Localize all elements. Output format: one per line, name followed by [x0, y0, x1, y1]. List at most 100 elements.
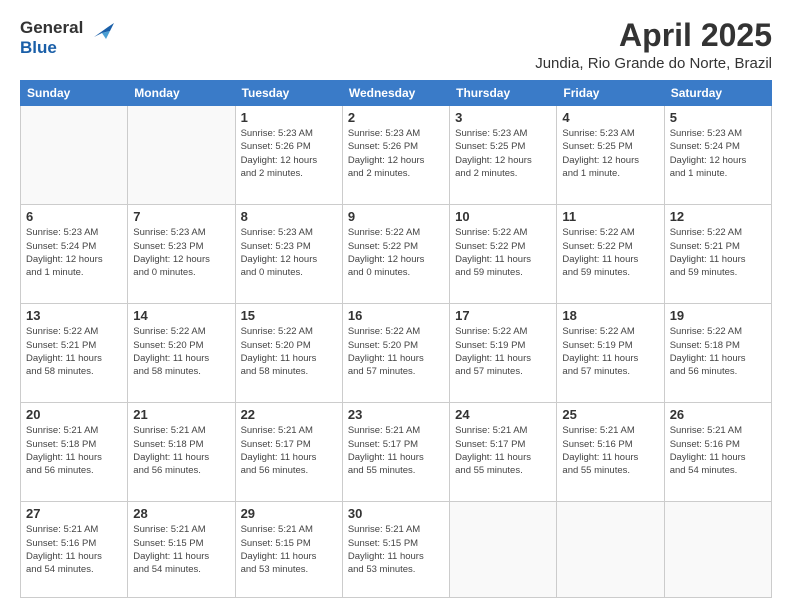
page: General Blue April 2025 Jundia, Rio Gran… — [0, 0, 792, 612]
table-row: 6 Sunrise: 5:23 AM Sunset: 5:24 PM Daylig… — [21, 205, 128, 304]
day-detail: Sunrise: 5:21 AM Sunset: 5:15 PM Dayligh… — [348, 523, 444, 576]
day-detail: Sunrise: 5:21 AM Sunset: 5:17 PM Dayligh… — [348, 424, 444, 477]
day-number: 12 — [670, 209, 766, 224]
table-row: 28 Sunrise: 5:21 AM Sunset: 5:15 PM Dayli… — [128, 502, 235, 598]
calendar-table: Sunday Monday Tuesday Wednesday Thursday… — [20, 80, 772, 598]
day-detail: Sunrise: 5:21 AM Sunset: 5:16 PM Dayligh… — [670, 424, 766, 477]
day-number: 19 — [670, 308, 766, 323]
table-row: 21Sunrise: 5:21 AM Sunset: 5:18 PM Dayli… — [128, 403, 235, 502]
day-number: 2 — [348, 110, 444, 125]
day-number: 18 — [562, 308, 658, 323]
day-detail: Sunrise: 5:23 AM Sunset: 5:24 PM Dayligh… — [26, 226, 122, 279]
day-detail: Sunrise: 5:22 AM Sunset: 5:20 PM Dayligh… — [348, 325, 444, 378]
table-row: 5 Sunrise: 5:23 AM Sunset: 5:24 PM Daylig… — [664, 106, 771, 205]
day-number: 9 — [348, 209, 444, 224]
table-row: 1Sunrise: 5:23 AM Sunset: 5:26 PM Daylig… — [235, 106, 342, 205]
day-number: 22 — [241, 407, 337, 422]
day-number: 13 — [26, 308, 122, 323]
table-row: 17 Sunrise: 5:22 AM Sunset: 5:19 PM Dayli… — [450, 304, 557, 403]
header: General Blue April 2025 Jundia, Rio Gran… — [20, 18, 772, 72]
header-tuesday: Tuesday — [235, 81, 342, 106]
table-row: 3 Sunrise: 5:23 AM Sunset: 5:25 PM Daylig… — [450, 106, 557, 205]
day-detail: Sunrise: 5:22 AM Sunset: 5:19 PM Dayligh… — [455, 325, 551, 378]
table-row: 30Sunrise: 5:21 AM Sunset: 5:15 PM Dayli… — [342, 502, 449, 598]
day-number: 8 — [241, 209, 337, 224]
day-number: 17 — [455, 308, 551, 323]
table-row: 14 Sunrise: 5:22 AM Sunset: 5:20 PM Dayli… — [128, 304, 235, 403]
month-title: April 2025 — [535, 18, 772, 53]
day-detail: Sunrise: 5:22 AM Sunset: 5:20 PM Dayligh… — [241, 325, 337, 378]
header-saturday: Saturday — [664, 81, 771, 106]
day-detail: Sunrise: 5:23 AM Sunset: 5:24 PM Dayligh… — [670, 127, 766, 180]
day-number: 1 — [241, 110, 337, 125]
table-row: 15 Sunrise: 5:22 AM Sunset: 5:20 PM Dayli… — [235, 304, 342, 403]
day-detail: Sunrise: 5:21 AM Sunset: 5:17 PM Dayligh… — [241, 424, 337, 477]
day-number: 20 — [26, 407, 122, 422]
header-sunday: Sunday — [21, 81, 128, 106]
table-row: 16 Sunrise: 5:22 AM Sunset: 5:20 PM Dayli… — [342, 304, 449, 403]
table-row — [664, 502, 771, 598]
day-detail: Sunrise: 5:22 AM Sunset: 5:21 PM Dayligh… — [670, 226, 766, 279]
table-row: 25 Sunrise: 5:21 AM Sunset: 5:16 PM Dayli… — [557, 403, 664, 502]
day-number: 23 — [348, 407, 444, 422]
day-number: 3 — [455, 110, 551, 125]
table-row: 22 Sunrise: 5:21 AM Sunset: 5:17 PM Dayli… — [235, 403, 342, 502]
header-monday: Monday — [128, 81, 235, 106]
day-number: 16 — [348, 308, 444, 323]
table-row: 8Sunrise: 5:23 AM Sunset: 5:23 PM Daylig… — [235, 205, 342, 304]
day-detail: Sunrise: 5:21 AM Sunset: 5:15 PM Dayligh… — [133, 523, 229, 576]
day-detail: Sunrise: 5:22 AM Sunset: 5:18 PM Dayligh… — [670, 325, 766, 378]
day-number: 7 — [133, 209, 229, 224]
day-detail: Sunrise: 5:22 AM Sunset: 5:22 PM Dayligh… — [455, 226, 551, 279]
day-number: 15 — [241, 308, 337, 323]
day-number: 14 — [133, 308, 229, 323]
table-row: 4 Sunrise: 5:23 AM Sunset: 5:25 PM Daylig… — [557, 106, 664, 205]
weekday-header-row: Sunday Monday Tuesday Wednesday Thursday… — [21, 81, 772, 106]
day-detail: Sunrise: 5:23 AM Sunset: 5:26 PM Dayligh… — [348, 127, 444, 180]
day-number: 6 — [26, 209, 122, 224]
header-friday: Friday — [557, 81, 664, 106]
day-number: 25 — [562, 407, 658, 422]
day-number: 10 — [455, 209, 551, 224]
day-number: 4 — [562, 110, 658, 125]
logo-bird-icon — [86, 19, 116, 49]
day-detail: Sunrise: 5:22 AM Sunset: 5:21 PM Dayligh… — [26, 325, 122, 378]
table-row: 10 Sunrise: 5:22 AM Sunset: 5:22 PM Dayli… — [450, 205, 557, 304]
table-row: 18 Sunrise: 5:22 AM Sunset: 5:19 PM Dayli… — [557, 304, 664, 403]
day-number: 5 — [670, 110, 766, 125]
day-number: 28 — [133, 506, 229, 521]
day-detail: Sunrise: 5:22 AM Sunset: 5:20 PM Dayligh… — [133, 325, 229, 378]
day-detail: Sunrise: 5:22 AM Sunset: 5:22 PM Dayligh… — [562, 226, 658, 279]
day-detail: Sunrise: 5:21 AM Sunset: 5:16 PM Dayligh… — [562, 424, 658, 477]
logo-general: General — [20, 18, 83, 38]
table-row: 7 Sunrise: 5:23 AM Sunset: 5:23 PM Daylig… — [128, 205, 235, 304]
day-detail: Sunrise: 5:21 AM Sunset: 5:18 PM Dayligh… — [26, 424, 122, 477]
day-number: 29 — [241, 506, 337, 521]
table-row — [557, 502, 664, 598]
day-detail: Sunrise: 5:22 AM Sunset: 5:19 PM Dayligh… — [562, 325, 658, 378]
day-detail: Sunrise: 5:23 AM Sunset: 5:25 PM Dayligh… — [455, 127, 551, 180]
header-thursday: Thursday — [450, 81, 557, 106]
table-row: 2 Sunrise: 5:23 AM Sunset: 5:26 PM Daylig… — [342, 106, 449, 205]
logo: General Blue — [20, 18, 116, 57]
day-detail: Sunrise: 5:21 AM Sunset: 5:17 PM Dayligh… — [455, 424, 551, 477]
day-number: 27 — [26, 506, 122, 521]
header-wednesday: Wednesday — [342, 81, 449, 106]
table-row: 26 Sunrise: 5:21 AM Sunset: 5:16 PM Dayli… — [664, 403, 771, 502]
table-row — [21, 106, 128, 205]
table-row: 23 Sunrise: 5:21 AM Sunset: 5:17 PM Dayli… — [342, 403, 449, 502]
table-row: 20 Sunrise: 5:21 AM Sunset: 5:18 PM Dayli… — [21, 403, 128, 502]
day-detail: Sunrise: 5:23 AM Sunset: 5:25 PM Dayligh… — [562, 127, 658, 180]
day-detail: Sunrise: 5:23 AM Sunset: 5:23 PM Dayligh… — [133, 226, 229, 279]
table-row: 9 Sunrise: 5:22 AM Sunset: 5:22 PM Daylig… — [342, 205, 449, 304]
day-detail: Sunrise: 5:21 AM Sunset: 5:18 PM Dayligh… — [133, 424, 229, 477]
day-detail: Sunrise: 5:21 AM Sunset: 5:16 PM Dayligh… — [26, 523, 122, 576]
day-number: 26 — [670, 407, 766, 422]
table-row: 13 Sunrise: 5:22 AM Sunset: 5:21 PM Dayli… — [21, 304, 128, 403]
location-title: Jundia, Rio Grande do Norte, Brazil — [535, 55, 772, 72]
day-number: 11 — [562, 209, 658, 224]
table-row: 24Sunrise: 5:21 AM Sunset: 5:17 PM Dayli… — [450, 403, 557, 502]
table-row: 19 Sunrise: 5:22 AM Sunset: 5:18 PM Dayli… — [664, 304, 771, 403]
day-detail: Sunrise: 5:22 AM Sunset: 5:22 PM Dayligh… — [348, 226, 444, 279]
table-row: 11 Sunrise: 5:22 AM Sunset: 5:22 PM Dayli… — [557, 205, 664, 304]
